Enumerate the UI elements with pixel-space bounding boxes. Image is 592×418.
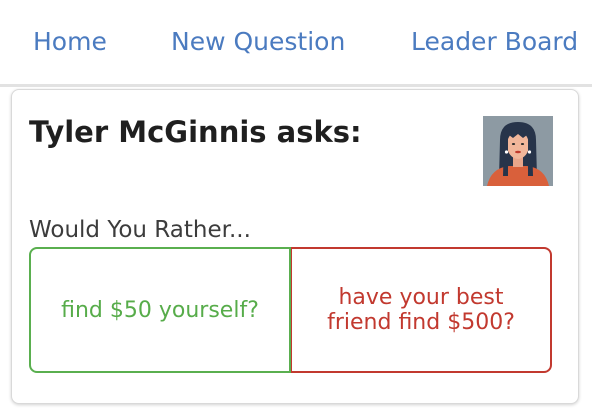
option-one-button[interactable]: find $50 yourself? — [29, 247, 291, 373]
option-two-text: have your best friend find $500? — [327, 285, 515, 335]
nav-divider — [0, 84, 592, 87]
asker-heading: Tyler McGinnis asks: — [29, 115, 362, 149]
option-one-text: find $50 yourself? — [61, 297, 259, 323]
option-two-button[interactable]: have your best friend find $500? — [291, 247, 552, 373]
nav-new-question-link[interactable]: New Question — [171, 26, 345, 58]
avatar — [483, 116, 553, 186]
would-you-rather-prompt: Would You Rather... — [29, 217, 251, 243]
top-nav: Home New Question Leader Board — [0, 0, 592, 84]
options-group: find $50 yourself? have your best friend… — [29, 247, 552, 373]
nav-leader-board-link[interactable]: Leader Board — [411, 26, 578, 58]
question-card: Tyler McGinnis asks: Would You Rather...… — [11, 89, 579, 404]
avatar-illustration — [483, 116, 553, 186]
nav-home-link[interactable]: Home — [33, 26, 107, 58]
